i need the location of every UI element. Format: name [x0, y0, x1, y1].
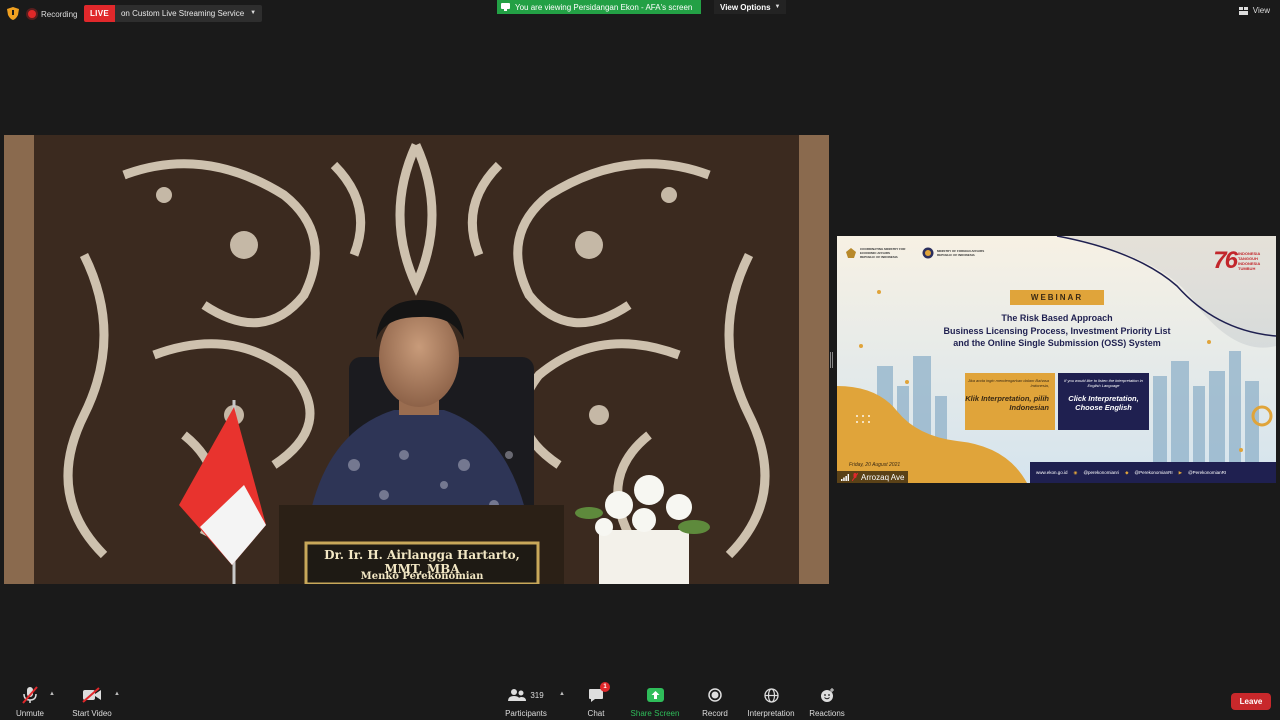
twitter-icon: ◆	[1125, 469, 1129, 475]
speaker-video-frame	[4, 135, 829, 584]
interpretation-instructions-indonesian: Jika anda ingin mendengarkan dalam Bahas…	[965, 373, 1055, 430]
webinar-date: Friday, 20 August 2021	[849, 462, 901, 468]
chat-unread-badge: 1	[600, 682, 610, 692]
record-icon	[708, 688, 722, 702]
viewing-screen-banner: You are viewing Persidangan Ekon - AFA's…	[497, 0, 701, 14]
view-options-label: View Options	[720, 2, 771, 12]
participant-name: Arrozaq Ave	[861, 472, 905, 482]
ministry-logos: COORDINATING MINISTRY FOR ECONOMIC AFFAI…	[845, 247, 987, 259]
video-options-chevron-up-icon[interactable]: ▲	[114, 691, 120, 697]
speaker-nameplate-line2: Menko Perekonomian	[360, 571, 484, 582]
video-off-icon	[82, 687, 101, 703]
view-label: View	[1252, 6, 1270, 15]
resize-splitter-handle[interactable]	[830, 352, 833, 368]
audio-options-chevron-up-icon[interactable]: ▲	[49, 691, 55, 697]
coordinating-ministry-logo: COORDINATING MINISTRY FOR ECONOMIC AFFAI…	[845, 247, 906, 259]
live-stream-status[interactable]: LIVE on Custom Live Streaming Service ▼	[84, 5, 263, 22]
independence-76-logo: 76 INDONESIA TANGGUH INDONESIA TUMBUH	[1213, 247, 1261, 274]
ministry-seal-icon	[922, 247, 934, 259]
participants-count: 319	[530, 690, 544, 700]
webinar-label: WEBINAR	[1010, 290, 1104, 305]
social-media-footer: www.ekon.go.id ◉ @perekonomianri ◆ @Pere…	[1030, 462, 1276, 483]
reactions-button[interactable]: Reactions	[792, 686, 862, 718]
recording-dot-icon	[28, 10, 36, 18]
smiley-add-icon	[820, 687, 834, 702]
live-service-label: on Custom Live Streaming Service	[120, 9, 245, 18]
instagram-icon: ◉	[1073, 469, 1078, 475]
recording-label: Recording	[41, 9, 78, 19]
live-badge: LIVE	[84, 5, 115, 22]
muted-mic-icon	[852, 473, 858, 481]
unmute-button[interactable]: Unmute	[0, 686, 65, 718]
muted-microphone-icon	[22, 686, 38, 704]
security-shield-icon[interactable]	[7, 7, 19, 20]
foreign-affairs-logo: MINISTRY OF FOREIGN AFFAIRS REPUBLIC OF …	[922, 247, 987, 259]
website-link: www.ekon.go.id	[1036, 470, 1068, 475]
youtube-icon: ▶	[1178, 469, 1183, 475]
share-screen-arrow-icon	[646, 688, 664, 702]
participants-button[interactable]: 319 Participants	[491, 686, 561, 718]
webinar-slide-background	[837, 236, 1276, 483]
grid-view-icon	[1238, 6, 1248, 15]
view-layout-button[interactable]: View	[1238, 6, 1270, 15]
instagram-handle: @perekonomianri	[1083, 470, 1120, 475]
leave-meeting-button[interactable]: Leave	[1231, 693, 1271, 710]
recording-indicator[interactable]: Recording	[28, 5, 77, 23]
participants-icon	[508, 689, 527, 701]
share-screen-indicator-icon	[501, 3, 510, 11]
chevron-down-icon: ▼	[774, 4, 781, 10]
view-options-button[interactable]: View Options ▼	[714, 0, 787, 14]
active-speaker-video[interactable]: Dr. Ir. H. Airlangga Hartarto, MMT, MBA …	[4, 135, 829, 584]
twitter-handle: @PerekonomianRI	[1134, 470, 1173, 475]
globe-icon	[763, 687, 779, 703]
participant-name-tag: Arrozaq Ave	[837, 471, 909, 483]
youtube-handle: @PerekonomianRI	[1188, 470, 1227, 475]
chevron-down-icon: ▼	[250, 10, 257, 16]
live-service-dropdown[interactable]: on Custom Live Streaming Service ▼	[114, 5, 263, 22]
shared-screen-view[interactable]: COORDINATING MINISTRY FOR ECONOMIC AFFAI…	[837, 236, 1276, 483]
garuda-emblem-icon	[846, 248, 856, 258]
signal-strength-icon	[841, 473, 849, 481]
viewing-banner-text: You are viewing Persidangan Ekon - AFA's…	[515, 2, 693, 12]
webinar-title: The Risk Based Approach Business Licensi…	[943, 313, 1171, 348]
interpretation-instructions-english: If you would like to listen the interpre…	[1058, 373, 1149, 430]
